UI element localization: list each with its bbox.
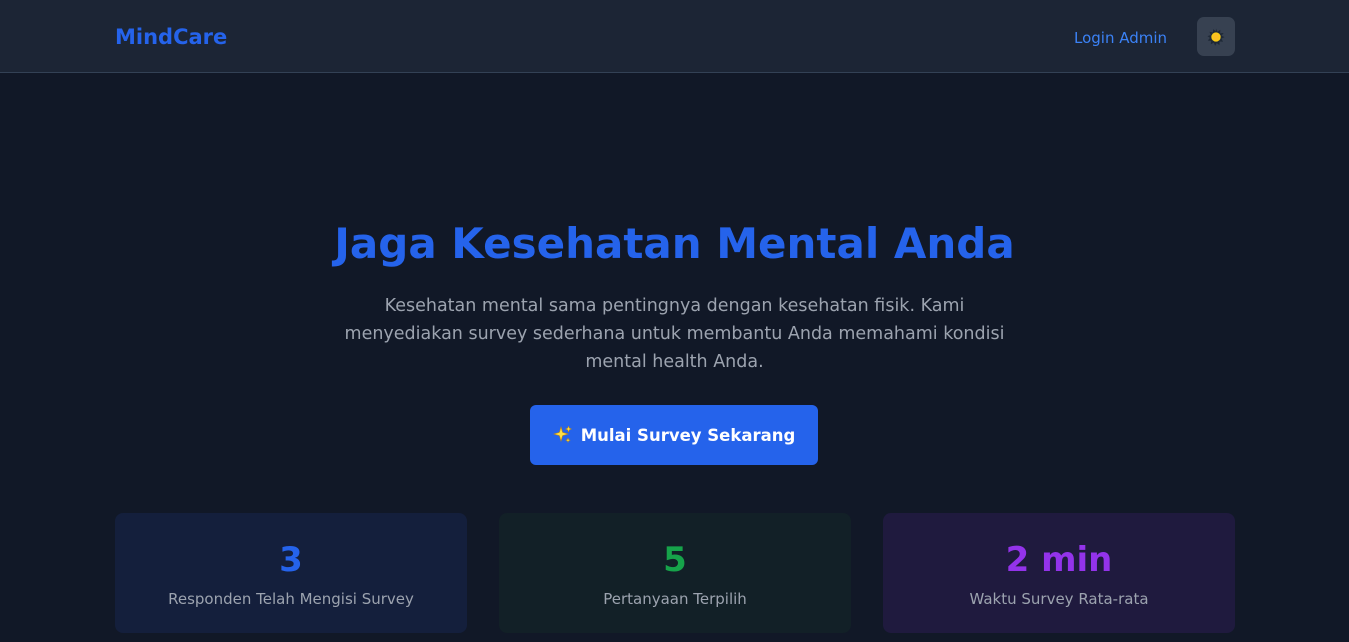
stat-card-duration: 2 min Waktu Survey Rata-rata: [883, 513, 1235, 633]
hero-description: Kesehatan mental sama pentingnya dengan …: [344, 296, 1005, 372]
login-admin-link[interactable]: Login Admin: [1074, 28, 1167, 48]
stat-label: Responden Telah Mengisi Survey: [168, 590, 414, 608]
stat-card-questions: 5 Pertanyaan Terpilih: [499, 513, 851, 633]
sparkle-icon: [552, 425, 572, 444]
start-survey-button[interactable]: Mulai Survey Sekarang: [530, 405, 818, 465]
hero-title: Jaga Kesehatan Mental Anda: [334, 219, 1015, 268]
start-survey-label: Mulai Survey Sekarang: [580, 425, 796, 445]
stat-value: 3: [279, 540, 303, 580]
stat-value: 2 min: [1005, 540, 1113, 580]
stat-value: 5: [663, 540, 687, 580]
stat-label: Waktu Survey Rata-rata: [969, 590, 1149, 608]
theme-toggle-button[interactable]: [1197, 17, 1235, 56]
navbar: MindCare Login Admin: [0, 0, 1349, 73]
stat-label: Pertanyaan Terpilih: [603, 590, 747, 608]
stat-card-respondents: 3 Responden Telah Mengisi Survey: [115, 513, 467, 633]
sun-icon: [1207, 27, 1225, 46]
brand-logo[interactable]: MindCare: [115, 24, 227, 50]
